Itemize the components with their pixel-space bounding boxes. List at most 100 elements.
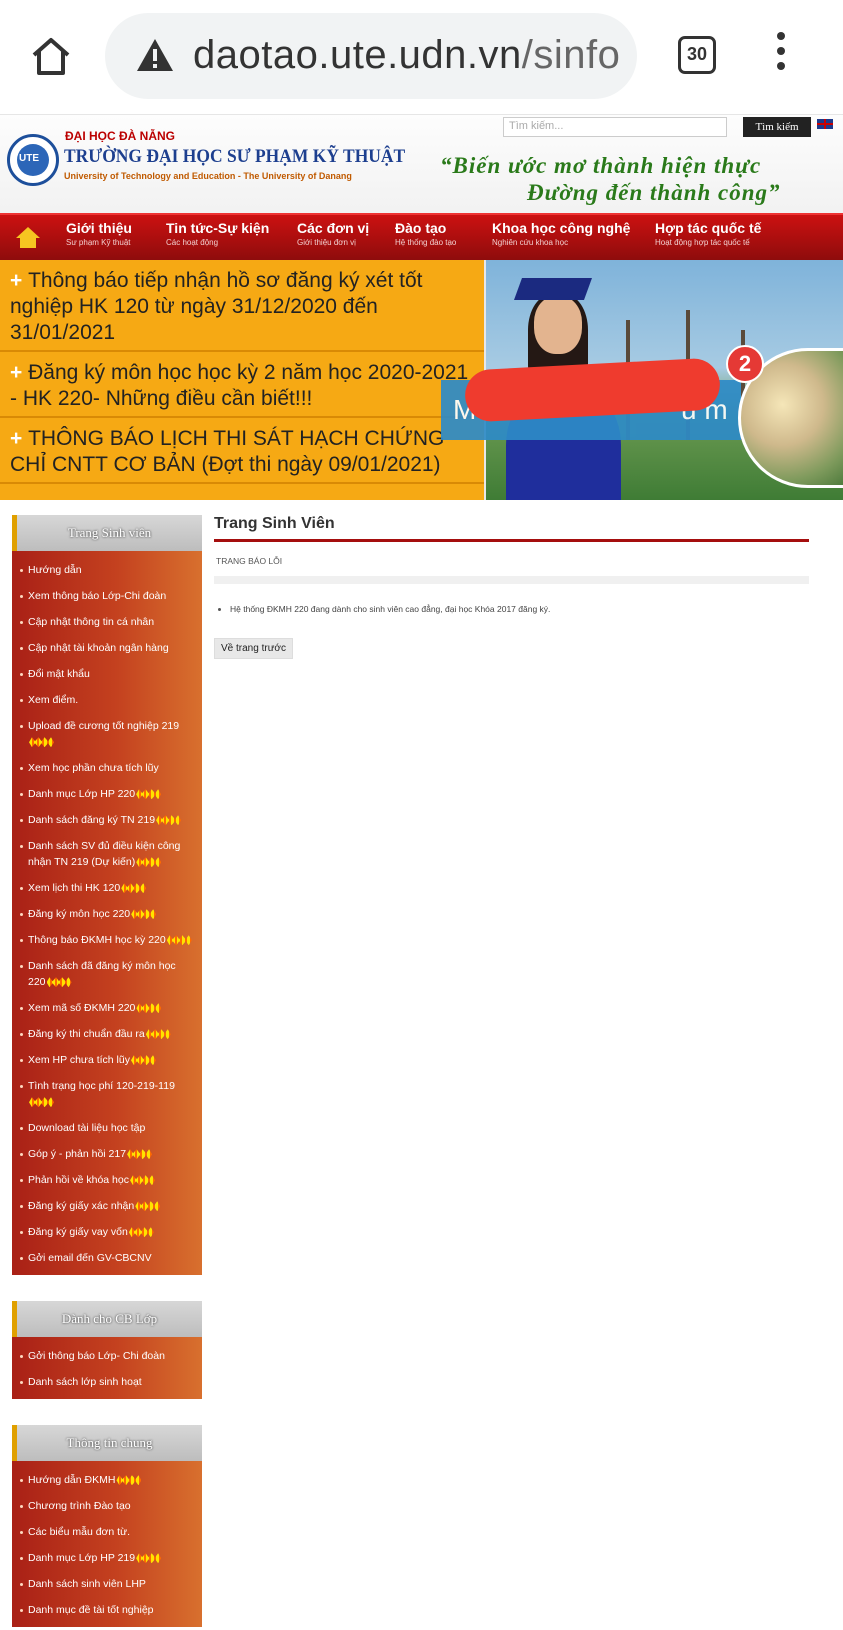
sidebar: Trang Sinh viên Hướng dẫn Xem thông báo L… [12, 515, 202, 1627]
sidebar-link[interactable]: Xem thông báo Lớp-Chi đoàn [12, 583, 202, 609]
sidebar-link[interactable]: Các biểu mẫu đơn từ. [12, 1519, 202, 1545]
sidebar-link-label: Gởi thông báo Lớp- Chi đoàn [28, 1350, 165, 1362]
browser-toolbar: daotao.ute.udn.vn/sinfo 30 [0, 0, 843, 115]
english-flag-icon[interactable] [817, 119, 833, 129]
university-parent: ĐẠI HỌC ĐÀ NẴNG [65, 129, 175, 143]
sidebar-link-label: Xem học phần chưa tích lũy [28, 762, 159, 774]
sidebar-link[interactable]: Chương trình Đào tạo [12, 1493, 202, 1519]
sidebar-link-label: Phản hồi về khóa học [28, 1174, 129, 1186]
new-badge-icon [145, 1029, 171, 1040]
university-logo[interactable] [7, 134, 59, 186]
nav-title: Đào tạo [395, 220, 447, 236]
sidebar-link-label: Danh sách sinh viên LHP [28, 1578, 146, 1590]
sidebar-link[interactable]: Xem lịch thi HK 120 [12, 875, 202, 901]
sidebar-link-label: Tình trạng học phí 120-219-119 [28, 1080, 175, 1092]
new-badge-icon [135, 1201, 161, 1212]
sidebar-link[interactable]: Góp ý - phản hồi 217 [12, 1141, 202, 1167]
sidebar-link[interactable]: Cập nhật thông tin cá nhân [12, 609, 202, 635]
sidebar-link[interactable]: Danh mục Lớp HP 220 [12, 781, 202, 807]
new-badge-icon [29, 1097, 54, 1108]
not-secure-warning-icon[interactable] [135, 37, 175, 73]
nav-title: Hợp tác quốc tế [655, 220, 762, 236]
sidebar-link[interactable]: Cập nhật tài khoản ngân hàng [12, 635, 202, 661]
notification-badge[interactable]: 2 [726, 345, 764, 383]
sidebar-link[interactable]: Xem HP chưa tích lũy [12, 1047, 202, 1073]
nav-title: Tin tức-Sự kiện [166, 220, 270, 236]
nav-cac-don-vi[interactable]: Các đơn vị Giới thiệu đơn vị [297, 220, 369, 247]
tab-switcher-button[interactable]: 30 [678, 36, 716, 74]
sidebar-link[interactable]: Upload đề cương tốt nghiệp 219 [12, 713, 202, 755]
error-message: Hệ thống ĐKMH 220 đang dành cho sinh viê… [214, 604, 809, 614]
sidebar-link[interactable]: Đăng ký thi chuẩn đầu ra [12, 1021, 202, 1047]
sidebar-link[interactable]: Gởi email đến GV-CBCNV [12, 1245, 202, 1271]
nav-hop-tac[interactable]: Hợp tác quốc tế Hoạt động hợp tác quốc t… [655, 220, 761, 247]
nav-home-icon[interactable] [15, 225, 41, 249]
nav-gioi-thieu[interactable]: Giới thiệu Sư phạm Kỹ thuật [66, 220, 132, 247]
graduate-face [534, 296, 582, 354]
sidebar-section: Thông tin chung Hướng dẫn ĐKMH Chương trì… [12, 1425, 202, 1627]
news-item[interactable]: + Thông báo tiếp nhận hồ sơ đăng ký xét … [0, 260, 484, 352]
sidebar-link-label: Hướng dẫn [28, 564, 82, 576]
new-badge-icon [136, 789, 162, 800]
sidebar-link-label: Danh mục đề tài tốt nghiệp [28, 1604, 154, 1616]
plus-icon: + [10, 361, 29, 384]
sidebar-link-label: Danh sách đăng ký TN 219 [28, 814, 156, 826]
sidebar-link[interactable]: Hướng dẫn [12, 557, 202, 583]
sidebar-section-title: Thông tin chung [12, 1425, 202, 1461]
back-button[interactable]: Về trang trước [214, 638, 293, 659]
sidebar-section: Dành cho CB Lớp Gởi thông báo Lớp- Chi đ… [12, 1301, 202, 1399]
url-text: daotao.ute.udn.vn/sinfo [193, 33, 620, 78]
sidebar-link[interactable]: Danh mục đề tài tốt nghiệp [12, 1597, 202, 1623]
sidebar-section-list: Hướng dẫn ĐKMH Chương trình Đào tạo Các bi… [12, 1461, 202, 1627]
new-badge-icon [127, 1149, 153, 1160]
sidebar-section-list: Gởi thông báo Lớp- Chi đoàn Danh sách lớp… [12, 1337, 202, 1399]
new-badge-icon [136, 1003, 162, 1014]
sidebar-link[interactable]: Gởi thông báo Lớp- Chi đoàn [12, 1343, 202, 1369]
sidebar-link[interactable]: Phản hồi về khóa học [12, 1167, 202, 1193]
new-badge-icon [156, 815, 182, 826]
university-name-en: University of Technology and Education -… [64, 171, 352, 181]
sidebar-link-label: Upload đề cương tốt nghiệp 219 [28, 720, 180, 732]
nav-khoa-hoc[interactable]: Khoa học công nghệ Nghiên cứu khoa học [492, 220, 630, 247]
sidebar-link[interactable]: Danh sách sinh viên LHP [12, 1571, 202, 1597]
site-header: Tìm kiếm... Tìm kiếm ĐẠI HỌC ĐÀ NẴNG TRƯ… [0, 115, 843, 260]
nav-dao-tao[interactable]: Đào tạo Hệ thống đào tạo [395, 220, 456, 247]
sidebar-link-label: Đăng ký giấy xác nhận [28, 1200, 135, 1212]
sidebar-link[interactable]: Xem học phần chưa tích lũy [12, 755, 202, 781]
sidebar-link[interactable]: Danh mục Lớp HP 219 [12, 1545, 202, 1571]
sidebar-link[interactable]: Đăng ký giấy vay vốn [12, 1219, 202, 1245]
nav-subtitle: Các hoạt động [166, 238, 219, 247]
new-badge-icon [128, 1227, 154, 1238]
sidebar-link-label: Cập nhật thông tin cá nhân [28, 616, 155, 628]
site-search-button[interactable]: Tìm kiếm [743, 117, 811, 137]
news-item[interactable]: + Đăng ký môn học học kỳ 2 năm học 2020-… [0, 352, 484, 418]
sidebar-link-label: Xem thông báo Lớp-Chi đoàn [28, 590, 167, 602]
sidebar-link[interactable]: Xem điểm. [12, 687, 202, 713]
nav-subtitle: Sư phạm Kỹ thuật [66, 238, 131, 247]
sidebar-link[interactable]: Đổi mật khẩu [12, 661, 202, 687]
sidebar-link[interactable]: Xem mã số ĐKMH 220 [12, 995, 202, 1021]
news-text: Đăng ký môn học học kỳ 2 năm học 2020-20… [10, 361, 469, 410]
sidebar-link-label: Xem điểm. [28, 694, 79, 706]
home-icon[interactable] [28, 33, 74, 79]
sidebar-link-label: Danh sách lớp sinh hoạt [28, 1376, 142, 1388]
sidebar-link[interactable]: Tình trạng học phí 120-219-119 [12, 1073, 202, 1115]
sidebar-link[interactable]: Danh sách SV đủ điều kiện công nhận TN 2… [12, 833, 202, 875]
sidebar-link[interactable]: Hướng dẫn ĐKMH [12, 1467, 202, 1493]
sidebar-link[interactable]: Download tài liệu học tập [12, 1115, 202, 1141]
news-item[interactable]: + THÔNG BÁO LỊCH THI SÁT HẠCH CHỨNG CHỈ … [0, 418, 484, 484]
sidebar-link[interactable]: Đăng ký giấy xác nhận [12, 1193, 202, 1219]
nav-subtitle: Giới thiệu đơn vị [297, 238, 356, 247]
sidebar-link[interactable]: Đăng ký môn học 220 [12, 901, 202, 927]
sidebar-link-label: Đăng ký môn học 220 [28, 908, 131, 920]
graduation-cap [513, 278, 593, 300]
sidebar-link[interactable]: Danh sách đăng ký TN 219 [12, 807, 202, 833]
address-bar[interactable]: daotao.ute.udn.vn/sinfo [105, 13, 637, 99]
nav-tin-tuc[interactable]: Tin tức-Sự kiện Các hoạt động [166, 220, 269, 247]
more-menu-icon[interactable] [772, 32, 790, 76]
sidebar-link[interactable]: Danh sách lớp sinh hoạt [12, 1369, 202, 1395]
slogan-line-1: “Biến ước mơ thành hiện thực [440, 153, 762, 178]
sidebar-link[interactable]: Danh sách đã đăng ký môn học 220 [12, 953, 202, 995]
site-search-input[interactable]: Tìm kiếm... [503, 117, 727, 137]
sidebar-link[interactable]: Thông báo ĐKMH học kỳ 220 [12, 927, 202, 953]
